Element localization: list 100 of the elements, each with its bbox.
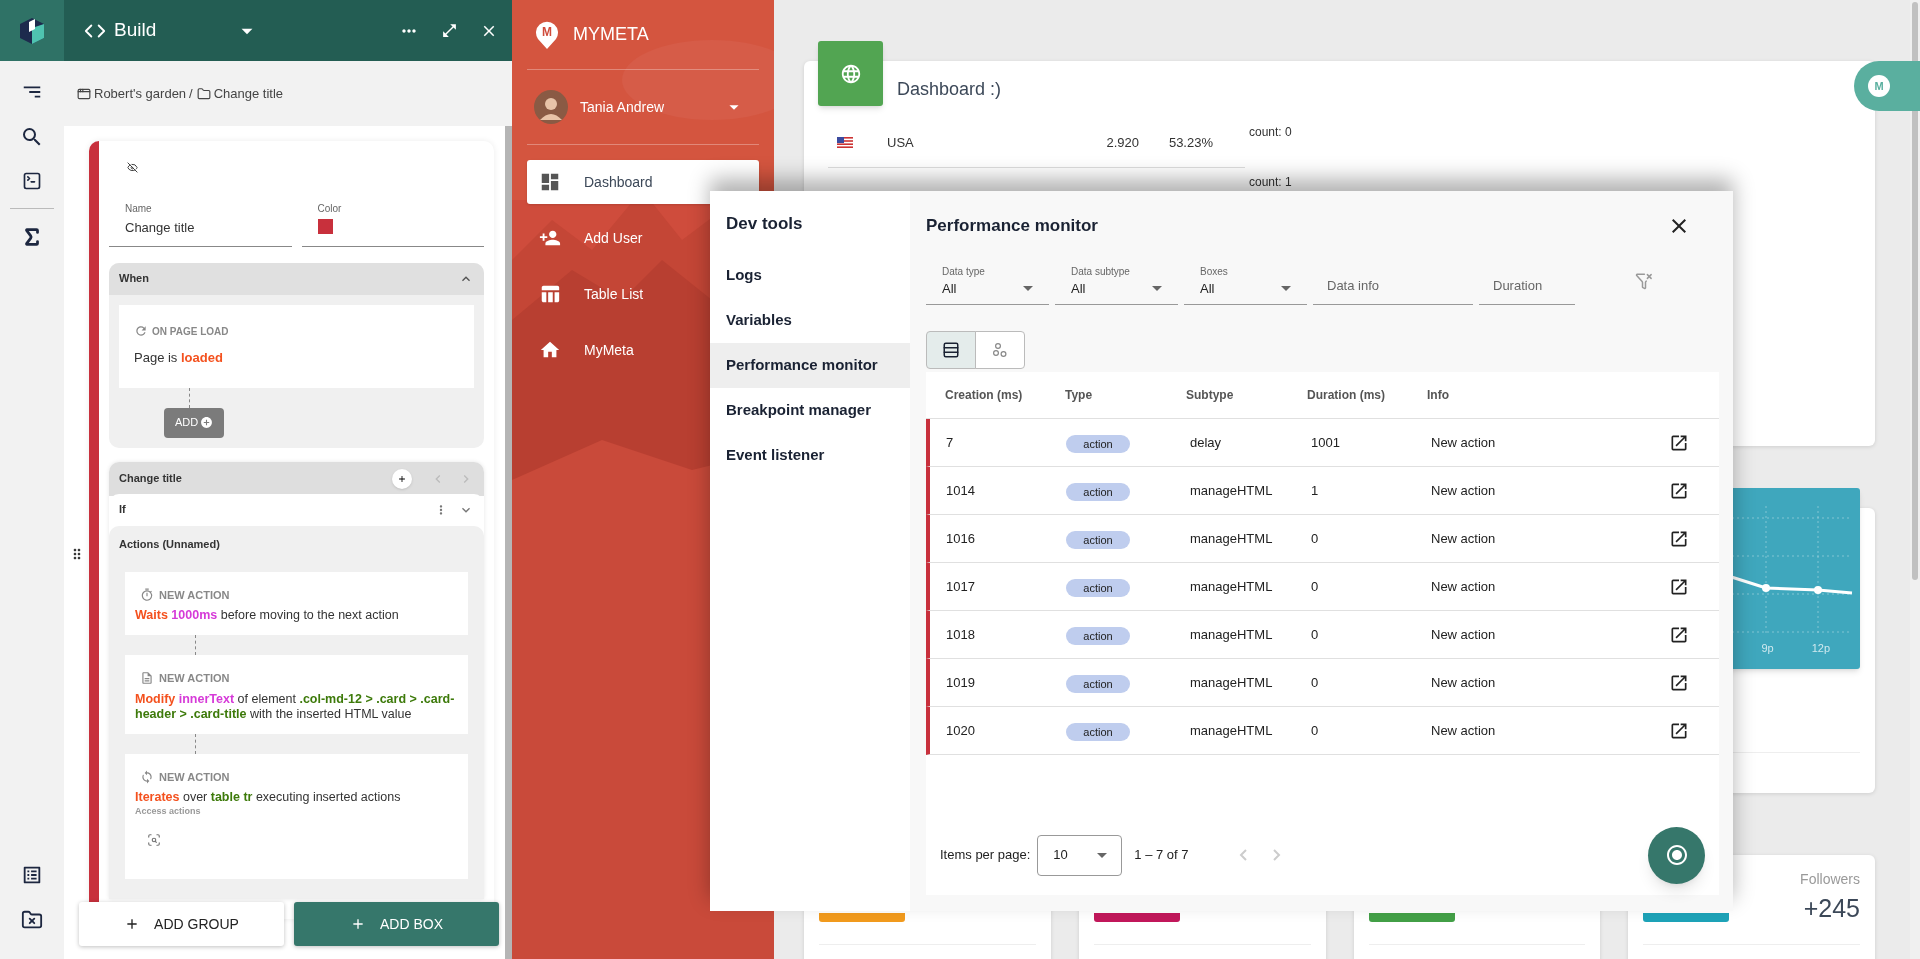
table-row[interactable]: 1014 action manageHTML 1 New action xyxy=(926,467,1719,515)
nav-item[interactable]: Dashboard xyxy=(527,160,759,204)
table-cell-text: 1001 xyxy=(1310,433,1341,452)
table-row[interactable]: 1019 action manageHTML 0 New action xyxy=(926,659,1719,707)
column-header: Type xyxy=(1065,387,1094,404)
document-icon xyxy=(140,671,154,686)
clear-filter-icon[interactable] xyxy=(1635,272,1653,290)
table-cell-text: 1020 xyxy=(946,721,976,740)
panel-title: Performance monitor xyxy=(926,215,1098,238)
view-toggle[interactable] xyxy=(975,331,1025,369)
circles-icon xyxy=(992,342,1008,358)
table-cell-text: 1014 xyxy=(946,481,976,500)
action-card[interactable]: NEW ACTION Modify innerText of element .col-md-12 > .card > .card-header > .card-title with the inserted HTML value xyxy=(125,655,468,734)
stat-value: +245 xyxy=(1803,893,1860,924)
table-cell-text: delay xyxy=(1189,433,1223,452)
dropdown-caret-icon xyxy=(1152,285,1162,291)
table-cell-text: manageHTML xyxy=(1189,625,1274,644)
action-label: NEW ACTION xyxy=(159,769,230,785)
table-cell-text: manageHTML xyxy=(1189,529,1274,548)
dialog-nav-item[interactable]: Event listener xyxy=(710,433,910,478)
type-tag: action xyxy=(1066,626,1130,645)
search-box-icon[interactable] xyxy=(147,832,161,847)
action-card[interactable]: NEW ACTION Iterates over table tr executing inserted actions Access actions xyxy=(125,753,468,879)
type-tag: action xyxy=(1066,722,1130,741)
table-row[interactable]: 1017 action manageHTML 0 New action xyxy=(926,563,1719,611)
table-cell-text: New action xyxy=(1430,433,1497,452)
window-icon xyxy=(77,86,91,101)
table-cell-text: manageHTML xyxy=(1189,577,1274,596)
table-cell-text: 0 xyxy=(1310,673,1320,692)
scrollbar[interactable] xyxy=(1910,0,1920,959)
select-field[interactable]: Boxes All xyxy=(1184,257,1307,305)
avatar[interactable] xyxy=(534,90,568,124)
refresh-icon xyxy=(134,324,148,338)
scrollbar[interactable] xyxy=(505,126,512,959)
select-field[interactable]: Data subtype All xyxy=(1055,257,1178,305)
logo-pin[interactable]: M xyxy=(535,19,559,50)
panel-title: Build xyxy=(114,18,157,43)
plus-icon xyxy=(350,916,366,932)
dropdown-caret-icon xyxy=(1281,285,1291,291)
breadcrumb-item[interactable]: Robert's garden xyxy=(94,83,187,104)
dialog-nav-item[interactable]: Performance monitor xyxy=(710,343,910,388)
column-header: Info xyxy=(1427,387,1450,404)
text-field[interactable]: Data info xyxy=(1313,257,1473,305)
table-cell-text: New action xyxy=(1430,529,1497,548)
table-row[interactable]: 1016 action manageHTML 0 New action xyxy=(926,515,1719,563)
folder-x-icon[interactable] xyxy=(21,909,43,931)
expand-icon[interactable] xyxy=(441,22,458,39)
breadcrumb-item[interactable]: Change title xyxy=(213,83,284,104)
table-cell-text: 0 xyxy=(1310,625,1320,644)
page-size-select[interactable]: 10 xyxy=(1037,834,1123,876)
view-toggle[interactable] xyxy=(926,331,976,369)
axis-label: 12p xyxy=(1811,641,1830,656)
scrollbar-thumb[interactable] xyxy=(1912,2,1918,580)
column-header: Subtype xyxy=(1186,387,1235,404)
record-button[interactable] xyxy=(1648,826,1705,884)
list-icon[interactable] xyxy=(21,864,43,886)
dialog-title: Dev tools xyxy=(725,213,804,235)
table-cell-text: New action xyxy=(1430,673,1497,692)
eye-off-icon[interactable] xyxy=(127,162,138,173)
name-field[interactable]: Name Change title xyxy=(109,201,292,247)
table-cell-text: 1 xyxy=(1310,481,1320,500)
table-cell-text: manageHTML xyxy=(1189,481,1274,500)
axis-label: 9p xyxy=(1761,641,1774,656)
color-field[interactable]: Color xyxy=(301,201,484,247)
terminal-icon[interactable] xyxy=(22,171,42,191)
timer-icon xyxy=(140,587,154,602)
text-field[interactable]: Duration xyxy=(1479,257,1575,305)
action-label: NEW ACTION xyxy=(159,671,230,686)
action-label: NEW ACTION xyxy=(159,587,230,603)
table-cell-text: New action xyxy=(1430,625,1497,644)
dashboard-icon xyxy=(539,171,561,193)
primary-button[interactable]: ADD BOX xyxy=(294,902,499,946)
secondary-button[interactable]: ADD GROUP xyxy=(79,902,284,946)
record-icon xyxy=(1664,843,1689,867)
table-row[interactable]: 1020 action manageHTML 0 New action xyxy=(926,707,1719,755)
table-cell-text: 0 xyxy=(1310,577,1320,596)
table-row[interactable]: 1018 action manageHTML 0 New action xyxy=(926,611,1719,659)
action-description: Modify innerText of element .col-md-12 > .card > .card-header > .card-title with the inserted HTML value xyxy=(135,691,456,722)
table-cell-text: 2.920 xyxy=(1105,133,1139,152)
pagination-range: 1 – 7 of 7 xyxy=(1134,846,1189,865)
table-cell-text: New action xyxy=(1430,721,1497,740)
add-icon-button[interactable] xyxy=(392,468,412,489)
table-cell-text: New action xyxy=(1430,577,1497,596)
brand-name: MYMETA xyxy=(573,23,649,46)
dialog-nav-item[interactable]: Breakpoint manager xyxy=(710,388,910,433)
table-cell-text: 53.23% xyxy=(1167,133,1213,152)
folder-icon xyxy=(196,86,211,101)
select-field[interactable]: Data type All xyxy=(926,257,1049,305)
card-title: Dashboard :) xyxy=(897,78,1002,101)
dialog-nav-item[interactable]: Variables xyxy=(710,298,910,343)
user-name[interactable]: Tania Andrew xyxy=(580,96,665,118)
table-row[interactable]: 7 action delay 1001 New action xyxy=(926,419,1719,467)
pagination-label: Items per page: xyxy=(940,846,1031,865)
condition-label: If xyxy=(119,502,126,518)
logo-icon[interactable] xyxy=(18,15,46,46)
type-tag: action xyxy=(1066,482,1130,501)
add-button[interactable]: ADD xyxy=(164,407,224,438)
dialog-nav-item[interactable]: Logs xyxy=(710,253,910,298)
sync-icon xyxy=(140,769,154,784)
action-card[interactable]: NEW ACTION Waits 1000ms before moving to the next action xyxy=(125,571,468,635)
